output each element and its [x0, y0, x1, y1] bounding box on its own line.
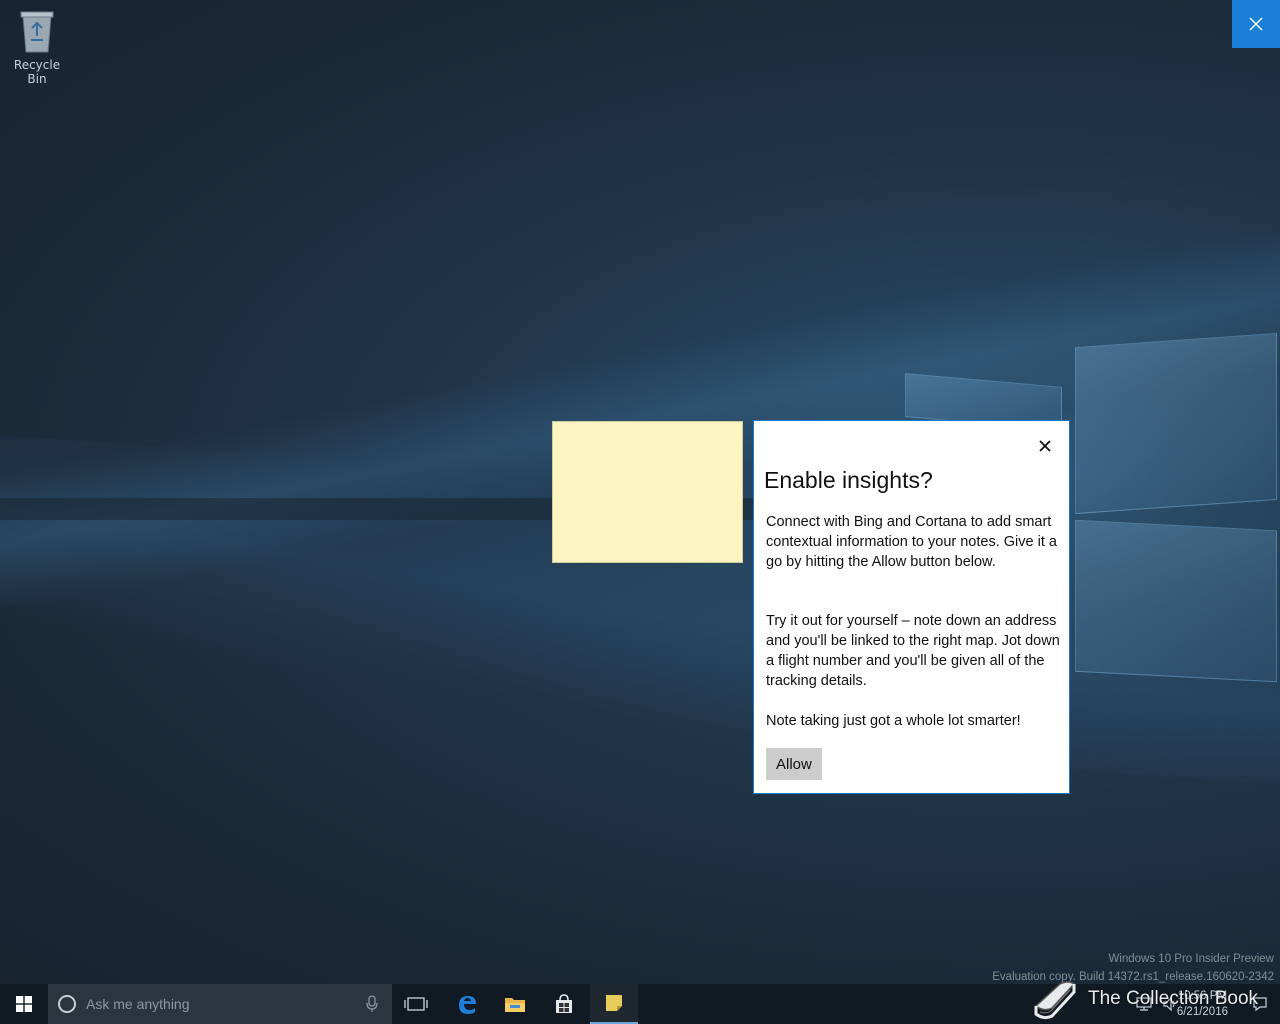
recycle-bin-label: Recycle Bin — [13, 58, 61, 86]
recycle-bin-shortcut[interactable]: Recycle Bin — [4, 8, 70, 86]
close-icon — [1249, 17, 1263, 31]
desktop-background: Recycle Bin Enable insights? Connect wit… — [0, 0, 1280, 984]
search-box[interactable] — [48, 984, 392, 1024]
dialog-paragraph: Note taking just got a whole lot smarter… — [766, 713, 1021, 729]
logo-pane — [1075, 519, 1277, 683]
edge-browser-icon — [459, 996, 476, 1014]
brand-text: The Collection Book — [1088, 988, 1259, 1009]
sticky-notes-button[interactable] — [590, 984, 638, 1024]
close-button[interactable] — [1232, 0, 1280, 48]
close-icon — [1039, 440, 1051, 452]
start-button[interactable] — [0, 984, 48, 1024]
dialog-paragraph: Try it out for yourself – note down an a… — [766, 613, 1060, 689]
watermark-line: Windows 10 Pro Insider Preview — [1108, 953, 1274, 965]
allow-button[interactable]: Allow — [766, 748, 822, 780]
folder-icon — [505, 998, 525, 1012]
sticky-note[interactable] — [552, 421, 743, 563]
task-view-button[interactable] — [392, 984, 440, 1024]
store-button[interactable] — [540, 984, 588, 1024]
edge-browser-button[interactable] — [443, 984, 491, 1024]
microphone-icon[interactable] — [366, 995, 378, 1013]
sticky-notes-icon — [606, 995, 622, 1011]
recycle-bin-icon — [20, 11, 54, 53]
windows-logo-icon — [16, 996, 32, 1012]
search-input[interactable] — [84, 995, 358, 1013]
cortana-ring-icon — [58, 995, 76, 1013]
dialog-title: Enable insights? — [764, 467, 933, 493]
file-explorer-button[interactable] — [491, 984, 539, 1024]
brand-overlay: The Collection Book — [1030, 974, 1280, 1024]
store-icon — [556, 994, 572, 1013]
dialog-paragraph: Connect with Bing and Cortana to add sma… — [766, 514, 1057, 570]
enable-insights-dialog: Enable insights? Connect with Bing and C… — [753, 420, 1070, 794]
dialog-close-button[interactable] — [1034, 435, 1056, 457]
logo-pane — [1075, 332, 1277, 515]
book-icon — [1034, 981, 1076, 1020]
task-view-icon — [404, 997, 428, 1011]
